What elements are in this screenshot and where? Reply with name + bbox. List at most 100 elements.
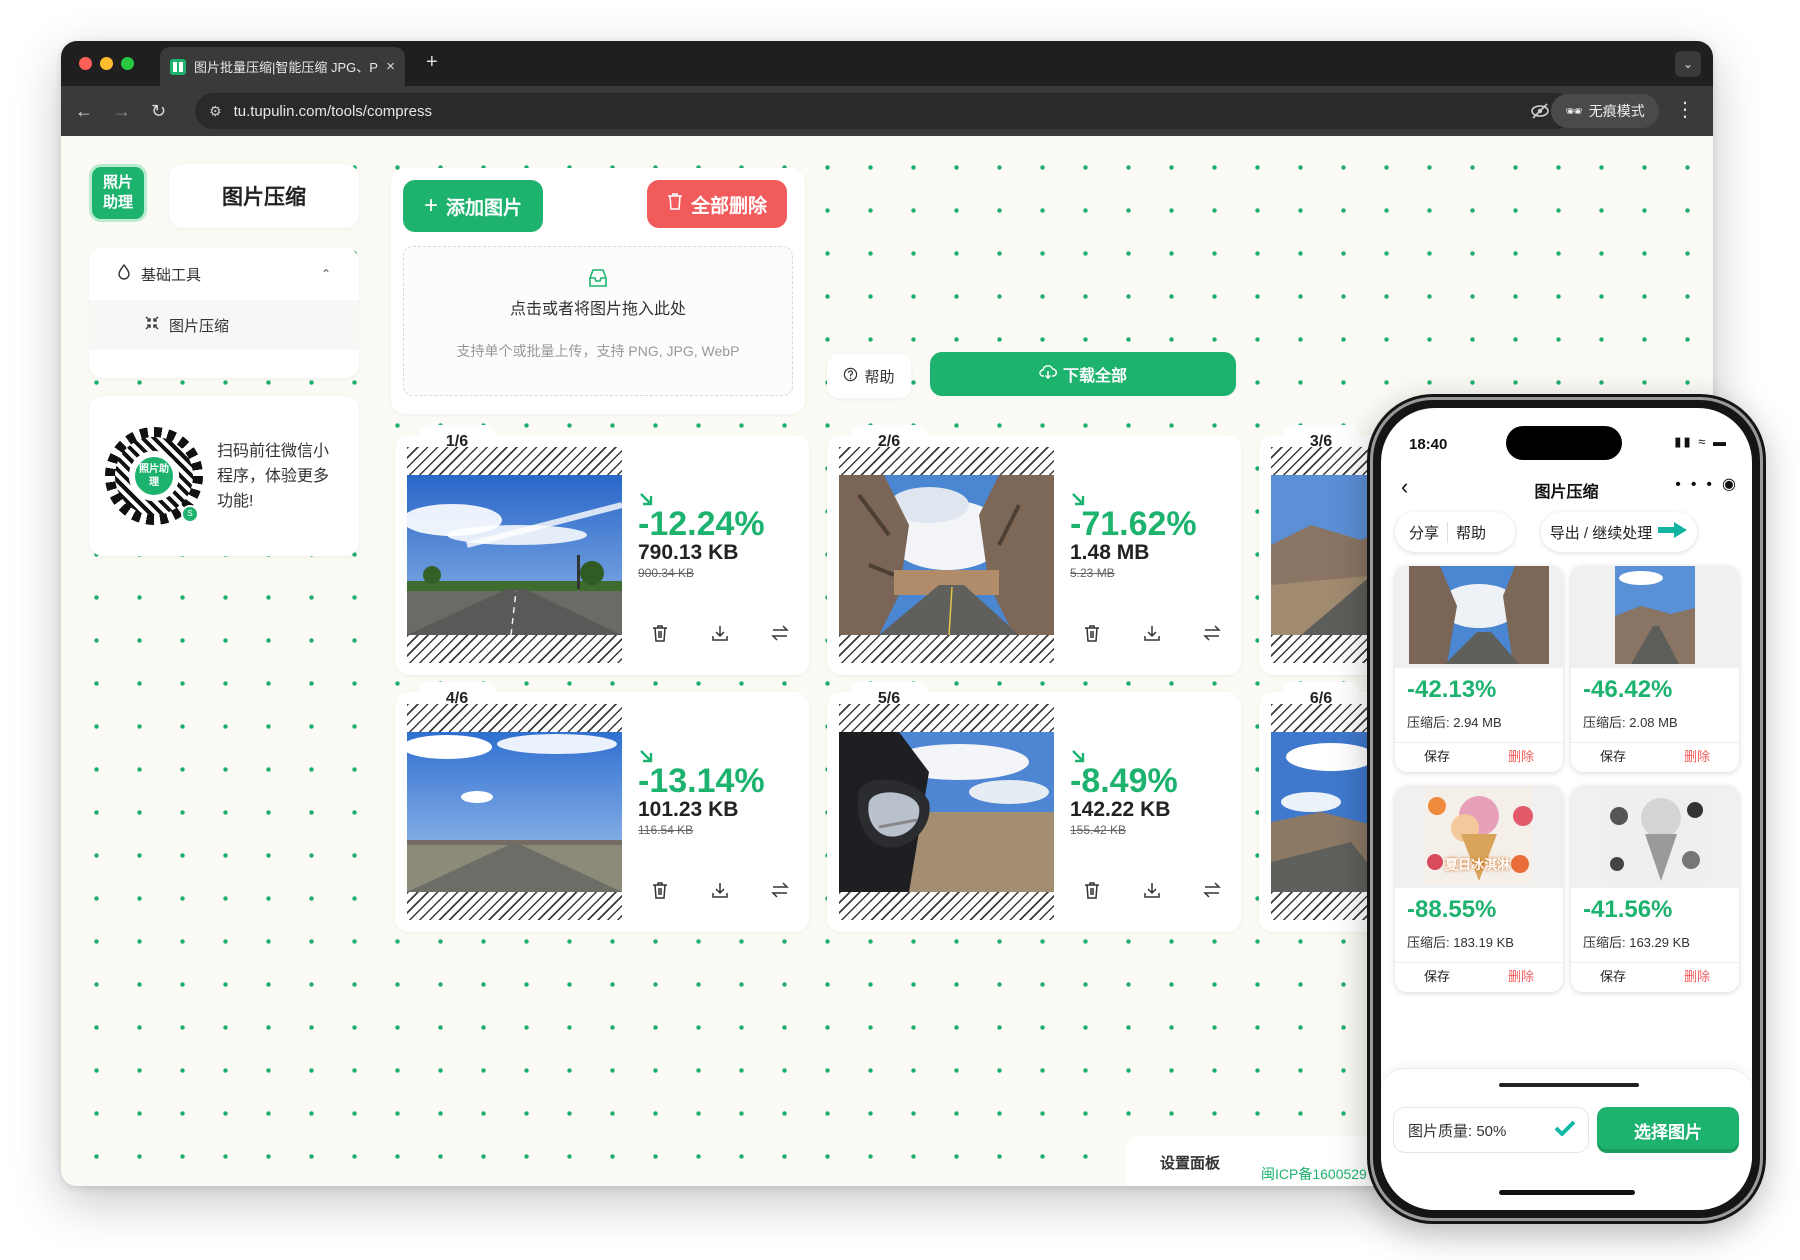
close-window-button[interactable] (79, 57, 92, 70)
download-image-icon[interactable] (710, 880, 730, 900)
sidebar-item-compress[interactable]: 图片压缩 (89, 300, 359, 350)
image-thumbnail[interactable] (839, 732, 1054, 892)
image-actions (650, 623, 790, 643)
tracking-eye-icon[interactable] (1530, 93, 1550, 129)
phone-compression-percent: -46.42% (1583, 676, 1673, 703)
image-thumbnail[interactable] (839, 475, 1054, 635)
capsule-close-icon[interactable]: ◉ (1722, 476, 1736, 493)
ice-cream-caption: 夏日冰淇淋 (1445, 857, 1511, 872)
download-image-icon[interactable] (1142, 880, 1162, 900)
phone-mockup: 18:40 ▮▮ ≈ ▬ ‹ 图片压缩 •••◉ 分享 帮助 导出 / 继续处理… (1367, 394, 1766, 1224)
miniprogram-icon: S (181, 505, 199, 523)
sidebar-group-basic-tools[interactable]: 基础工具 ⌃ (89, 248, 359, 300)
browser-menu-icon[interactable]: ⋮ (1675, 98, 1695, 122)
original-size: 5.23 MB (1070, 566, 1115, 580)
tab-favicon-icon (170, 58, 186, 75)
phone-compressed-size: 压缩后: 183.19 KB (1407, 935, 1514, 950)
drop-icon (117, 263, 131, 284)
phone-delete-button[interactable]: 删除 (1655, 963, 1739, 992)
battery-icon: ▬ (1713, 434, 1728, 449)
incognito-label: 无痕模式 (1588, 103, 1645, 119)
tab-list-chevron-icon[interactable]: ⌄ (1675, 51, 1701, 77)
delete-image-icon[interactable] (1082, 623, 1102, 643)
compression-percent: -12.24% (638, 505, 765, 543)
phone-save-button[interactable]: 保存 (1571, 963, 1655, 992)
phone-compressed-size: 压缩后: 163.29 KB (1583, 935, 1690, 950)
phone-image-thumbnail[interactable] (1395, 566, 1563, 668)
url-text: tu.tupulin.com/tools/compress (233, 102, 432, 120)
compare-swap-icon[interactable] (770, 880, 790, 900)
trash-icon (667, 192, 683, 216)
compression-percent: -8.49% (1070, 762, 1178, 800)
incognito-badge[interactable]: 🕶 无痕模式 (1551, 94, 1659, 128)
compressed-size: 790.13 KB (638, 541, 739, 564)
phone-delete-button[interactable]: 删除 (1479, 963, 1563, 992)
download-all-button[interactable]: 下载全部 (930, 352, 1236, 396)
phone-card-actions: 保存 删除 (1571, 962, 1739, 992)
page-title: 图片压缩 (169, 164, 359, 228)
delete-image-icon[interactable] (1082, 880, 1102, 900)
phone-save-button[interactable]: 保存 (1395, 963, 1479, 992)
phone-image-thumbnail[interactable]: 夏日冰淇淋 (1395, 786, 1563, 888)
phone-compression-percent: -88.55% (1407, 896, 1497, 923)
help-button[interactable]: 帮助 (827, 354, 911, 398)
icp-license-link[interactable]: 闽ICP备1600529 (1261, 1164, 1367, 1184)
miniprogram-qr-card: 照片助理 S 扫码前往微信小程序，体验更多功能! (89, 396, 359, 556)
phone-image-thumbnail[interactable] (1571, 566, 1739, 668)
share-button[interactable]: 分享 (1409, 521, 1449, 543)
browser-toolbar: ← → ↻ ⚙ tu.tupulin.com/tools/compress ☆ … (61, 86, 1713, 136)
delete-image-icon[interactable] (650, 880, 670, 900)
export-continue-button[interactable]: 导出 / 继续处理 (1541, 512, 1697, 552)
tab-close-button[interactable]: × (386, 58, 395, 75)
zoom-window-button[interactable] (121, 57, 134, 70)
download-image-icon[interactable] (1142, 623, 1162, 643)
capsule-more-icon[interactable]: •••◉ (1675, 474, 1736, 494)
plus-icon: + (423, 192, 438, 219)
minimize-window-button[interactable] (100, 57, 113, 70)
forward-arrow-icon[interactable]: → (113, 99, 131, 123)
phone-image-card: -42.13% 压缩后: 2.94 MB 保存 删除 (1395, 566, 1563, 772)
app-logo[interactable]: 照片助理 (89, 164, 147, 222)
image-card: 5/6 -8.49% 142.22 KB 155.42 KB (827, 682, 1241, 932)
qr-caption: 扫码前往微信小程序，体验更多功能! (217, 442, 330, 510)
download-image-icon[interactable] (710, 623, 730, 643)
new-tab-button[interactable]: + (426, 51, 438, 74)
image-preview-frame (407, 704, 622, 920)
site-settings-icon[interactable]: ⚙ (209, 103, 222, 120)
drop-zone[interactable]: 点击或者将图片拖入此处 支持单个或批量上传，支持 PNG, JPG, WebP (403, 246, 793, 396)
original-size: 155.42 KB (1070, 823, 1127, 837)
phone-card-actions: 保存 删除 (1395, 962, 1563, 992)
phone-image-thumbnail[interactable] (1571, 786, 1739, 888)
phone-delete-button[interactable]: 删除 (1655, 743, 1739, 772)
compare-swap-icon[interactable] (1202, 880, 1222, 900)
phone-save-button[interactable]: 保存 (1571, 743, 1655, 772)
phone-delete-button[interactable]: 删除 (1479, 743, 1563, 772)
compressed-size: 101.23 KB (638, 798, 739, 821)
phone-save-button[interactable]: 保存 (1395, 743, 1479, 772)
browser-tab[interactable]: 图片批量压缩|智能压缩 JPG、P × (160, 47, 405, 86)
delete-all-label: 全部删除 (690, 195, 767, 217)
quality-label: 图片质量: 50% (1408, 1122, 1507, 1140)
help-label: 帮助 (864, 368, 895, 386)
address-bar[interactable]: ⚙ tu.tupulin.com/tools/compress ☆ (195, 93, 1581, 129)
qr-logo: 照片助理 (133, 455, 175, 497)
image-thumbnail[interactable] (407, 475, 622, 635)
image-thumbnail[interactable] (407, 732, 622, 892)
add-image-label: 添加图片 (446, 197, 523, 219)
compare-swap-icon[interactable] (1202, 623, 1222, 643)
original-size: 116.54 KB (638, 823, 694, 837)
choose-image-button[interactable]: 选择图片 (1597, 1107, 1739, 1153)
delete-all-button[interactable]: 全部删除 (647, 180, 787, 228)
miniprogram-navbar: ‹ 图片压缩 •••◉ (1381, 470, 1752, 506)
phone-help-button[interactable]: 帮助 (1448, 522, 1486, 543)
panel-drag-handle[interactable] (1499, 1083, 1639, 1087)
delete-image-icon[interactable] (650, 623, 670, 643)
back-arrow-icon[interactable]: ← (75, 99, 93, 123)
add-image-button[interactable]: + 添加图片 (403, 180, 543, 232)
image-preview-frame (407, 447, 622, 663)
quality-selector[interactable]: 图片质量: 50% (1393, 1107, 1589, 1153)
reload-icon[interactable]: ↻ (151, 99, 166, 123)
chevron-up-icon[interactable]: ⌃ (321, 267, 331, 281)
settings-panel-title: 设置面板 (1160, 1155, 1221, 1172)
compare-swap-icon[interactable] (770, 623, 790, 643)
